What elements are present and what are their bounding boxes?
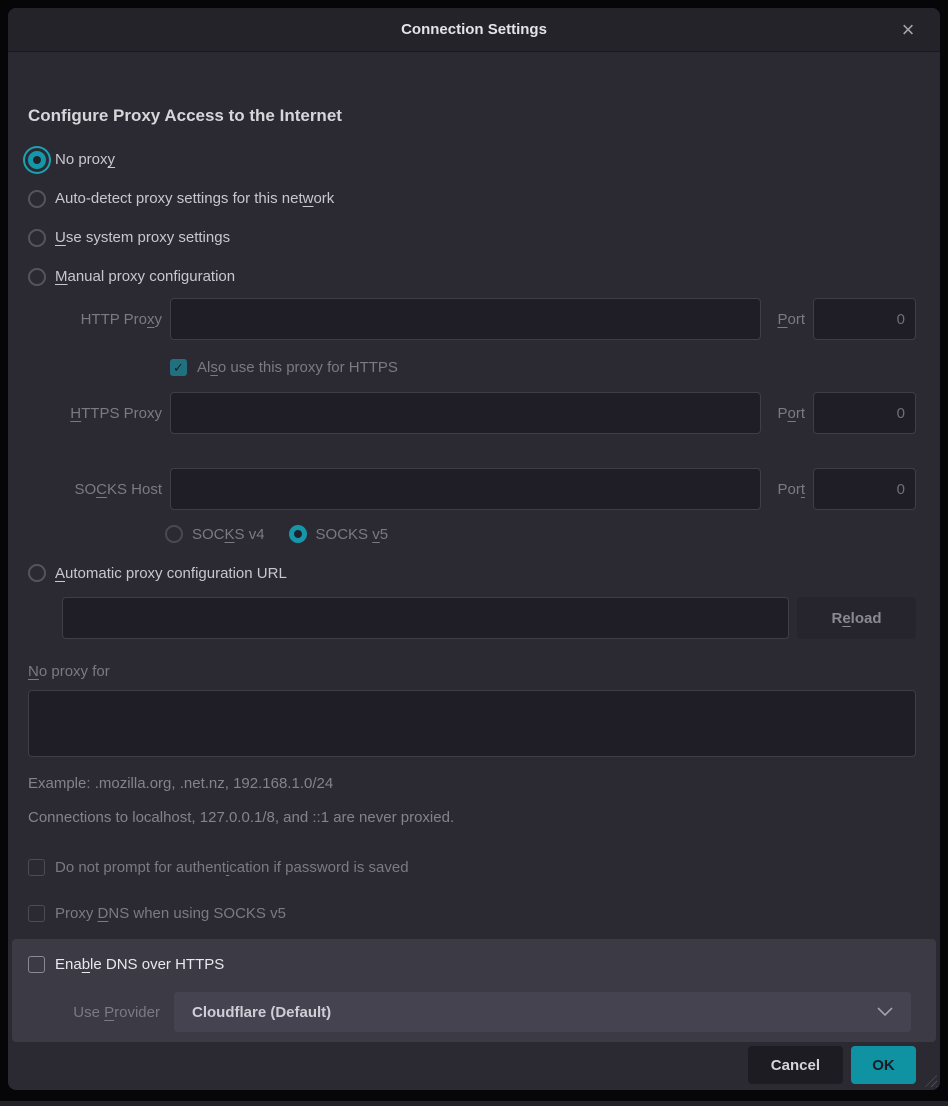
radio-icon[interactable]	[28, 229, 46, 247]
provider-row: Use Provider Cloudflare (Default)	[28, 992, 911, 1032]
socks-host-row: SOCKS Host Port	[28, 468, 916, 510]
socks-port-input	[813, 468, 916, 510]
radio-auto-config-url[interactable]: Automatic proxy configuration URL	[28, 561, 916, 585]
dns-over-https-section: Enable DNS over HTTPS Use Provider Cloud…	[12, 939, 936, 1042]
provider-dropdown-value: Cloudflare (Default)	[192, 1004, 331, 1021]
proxy-dns-label: Proxy DNS when using SOCKS v5	[55, 905, 286, 922]
checkbox-icon	[28, 905, 45, 922]
localhost-note-text: Connections to localhost, 127.0.0.1/8, a…	[28, 809, 916, 827]
proxy-mode-group: No proxy Auto-detect proxy settings for …	[28, 140, 916, 296]
http-proxy-row: HTTP Proxy Port	[28, 298, 916, 340]
enable-doh-label: Enable DNS over HTTPS	[55, 956, 224, 973]
share-https-label: Also use this proxy for HTTPS	[197, 359, 398, 376]
no-proxy-for-label: No proxy for	[28, 661, 916, 681]
socks-host-label: SOCKS Host	[28, 481, 162, 498]
checkbox-checked-icon: ✓	[170, 359, 187, 376]
radio-icon[interactable]	[28, 268, 46, 286]
socks-v4-label: SOCKS v4	[192, 526, 265, 543]
enable-doh-checkbox-row[interactable]: Enable DNS over HTTPS	[28, 953, 911, 975]
background-page-edge	[0, 1101, 948, 1106]
no-proxy-example-text: Example: .mozilla.org, .net.nz, 192.168.…	[28, 775, 916, 793]
dialog-title: Connection Settings	[401, 21, 547, 38]
radio-manual-proxy-label: Manual proxy configuration	[55, 268, 235, 285]
http-proxy-label: HTTP Proxy	[28, 311, 162, 328]
https-port-input	[813, 392, 916, 434]
auto-config-url-input	[62, 597, 789, 639]
provider-dropdown: Cloudflare (Default)	[174, 992, 911, 1032]
radio-no-proxy[interactable]: No proxy	[28, 140, 916, 179]
socks-host-input	[170, 468, 761, 510]
use-provider-label: Use Provider	[28, 1004, 160, 1021]
checkbox-icon	[28, 859, 45, 876]
radio-auto-config-url-label: Automatic proxy configuration URL	[55, 565, 287, 582]
no-prompt-auth-label: Do not prompt for authentication if pass…	[55, 859, 409, 876]
no-prompt-auth-checkbox-row: Do not prompt for authentication if pass…	[28, 857, 916, 877]
cancel-button[interactable]: Cancel	[748, 1046, 843, 1084]
http-port-label: Port	[769, 311, 805, 328]
ok-button[interactable]: OK	[851, 1046, 916, 1084]
socks-v5-label: SOCKS v5	[316, 526, 389, 543]
radio-checked-icon	[289, 525, 307, 543]
auto-config-url-row: Reload	[62, 597, 916, 639]
page-title: Configure Proxy Access to the Internet	[28, 104, 916, 128]
checkbox-icon[interactable]	[28, 956, 45, 973]
no-proxy-for-textarea	[28, 690, 916, 757]
radio-no-proxy-label: No proxy	[55, 151, 115, 168]
radio-system-proxy[interactable]: Use system proxy settings	[28, 218, 916, 257]
socks-version-group: SOCKS v4 SOCKS v5	[165, 523, 916, 545]
https-proxy-label: HTTPS Proxy	[28, 405, 162, 422]
https-port-label: Port	[769, 405, 805, 422]
radio-auto-detect-label: Auto-detect proxy settings for this netw…	[55, 190, 334, 207]
https-proxy-input	[170, 392, 761, 434]
proxy-dns-checkbox-row: Proxy DNS when using SOCKS v5	[28, 903, 916, 923]
radio-socks-v4: SOCKS v4	[165, 525, 265, 543]
reload-button: Reload	[797, 597, 916, 639]
radio-icon[interactable]	[28, 190, 46, 208]
dialog-footer: Cancel OK	[28, 1046, 916, 1084]
https-proxy-row: HTTPS Proxy Port	[28, 392, 916, 434]
radio-system-proxy-label: Use system proxy settings	[55, 229, 230, 246]
share-https-checkbox-row: ✓ Also use this proxy for HTTPS	[170, 357, 916, 377]
connection-settings-dialog: Connection Settings × Configure Proxy Ac…	[8, 8, 940, 1090]
dialog-content: Configure Proxy Access to the Internet N…	[8, 52, 940, 1084]
radio-icon	[165, 525, 183, 543]
http-port-input	[813, 298, 916, 340]
radio-manual-proxy[interactable]: Manual proxy configuration	[28, 257, 916, 296]
http-proxy-input	[170, 298, 761, 340]
check-icon: ✓	[173, 361, 184, 374]
dialog-titlebar: Connection Settings ×	[8, 8, 940, 52]
radio-checked-icon[interactable]	[28, 151, 46, 169]
radio-auto-detect[interactable]: Auto-detect proxy settings for this netw…	[28, 179, 916, 218]
chevron-down-icon	[877, 1007, 893, 1017]
socks-port-label: Port	[769, 481, 805, 498]
radio-icon[interactable]	[28, 564, 46, 582]
close-icon[interactable]: ×	[890, 8, 926, 51]
radio-socks-v5: SOCKS v5	[289, 525, 389, 543]
